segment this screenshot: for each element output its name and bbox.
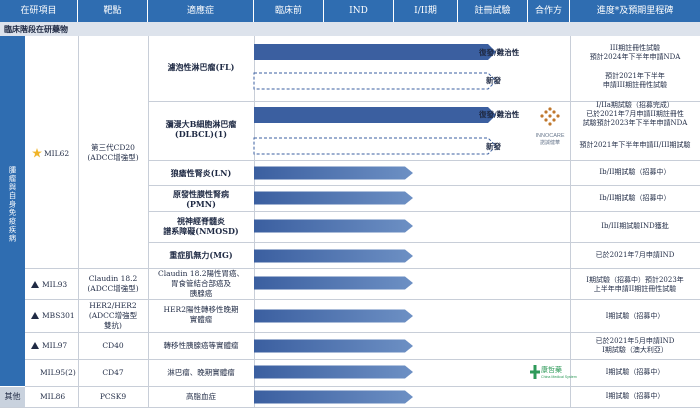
pipeline-arrow-r_dlbcl2 [253, 137, 497, 155]
pipeline-arrow-r_mil93 [254, 276, 413, 290]
pipeline-arrow-r_pmn [254, 191, 413, 205]
cms-logo: 康哲藥 China Medical System [530, 364, 577, 384]
pipeline-arrow-r_mbs301 [254, 309, 413, 323]
progress-dlbcl-rr: I/IIa期試驗（招募完成） 已於2021年7月申請II期註冊性 試驗預計202… [582, 101, 688, 127]
pipeline-arrow-r_nmosd [254, 219, 413, 233]
pipeline-arrow-r_mg [254, 249, 413, 263]
progress-mil86: I期試驗（招募中） [605, 392, 665, 400]
pipeline-arrow-r_dlbcl [254, 107, 496, 123]
innocare-logo: INNOCARE 諾誠健華 [530, 105, 570, 146]
status-dlbcl-rr: 復發/難治性 [479, 110, 520, 119]
pipeline-arrow-r_mil95 [254, 365, 413, 379]
pipeline-arrow-r_fl [254, 44, 496, 60]
progress-mil97: 已於2021年5月申請IND I期試驗（澳大利亞） [595, 337, 675, 354]
progress-mbs301: I期試驗（招募中） [605, 312, 665, 320]
pipeline-arrow-r_ln [254, 166, 413, 180]
status-fl-rr: 復發/難治性 [479, 48, 520, 57]
pipeline-page: 在研項目 靶點 適應症 臨床前 IND I/II期 註冊試驗 合作方 進度*及預… [0, 0, 700, 410]
cms-name: 康哲藥 [541, 366, 562, 374]
innocare-mark-icon [540, 107, 560, 126]
progress-mg: 已於2021年7月申請IND [595, 251, 675, 259]
pipeline-arrow-r_mil97 [254, 339, 413, 353]
progress-fl-new: 預計2021年下半年 申請III期註冊性試驗 [602, 72, 668, 89]
progress-ln: Ib/II期試驗（招募中） [599, 168, 671, 176]
pipeline-arrow-r_fl2 [253, 72, 497, 90]
pipeline-arrow-r_mil86 [254, 390, 413, 404]
progress-mil95: I期試驗（招募中） [605, 368, 665, 376]
cms-mark-icon [530, 365, 540, 379]
progress-mil93: I期試驗（招募中）預計2023年 上半年申請II期註冊性試驗 [586, 276, 684, 293]
innocare-name-cn: 諾誠健華 [539, 140, 560, 146]
progress-nmosd: Ib/III期試驗IND獲批 [601, 222, 669, 230]
progress-pmn: Ib/II期試驗（招募中） [599, 194, 671, 202]
status-fl-new: 新發 [486, 76, 501, 85]
progress-dlbcl-new: 預計2021年下半年申請II/III期試驗 [579, 141, 691, 149]
status-dlbcl-new: 新發 [486, 142, 501, 151]
progress-fl-rr: III期註冊性試驗 預計2024年下半年申請NDA [589, 44, 681, 61]
